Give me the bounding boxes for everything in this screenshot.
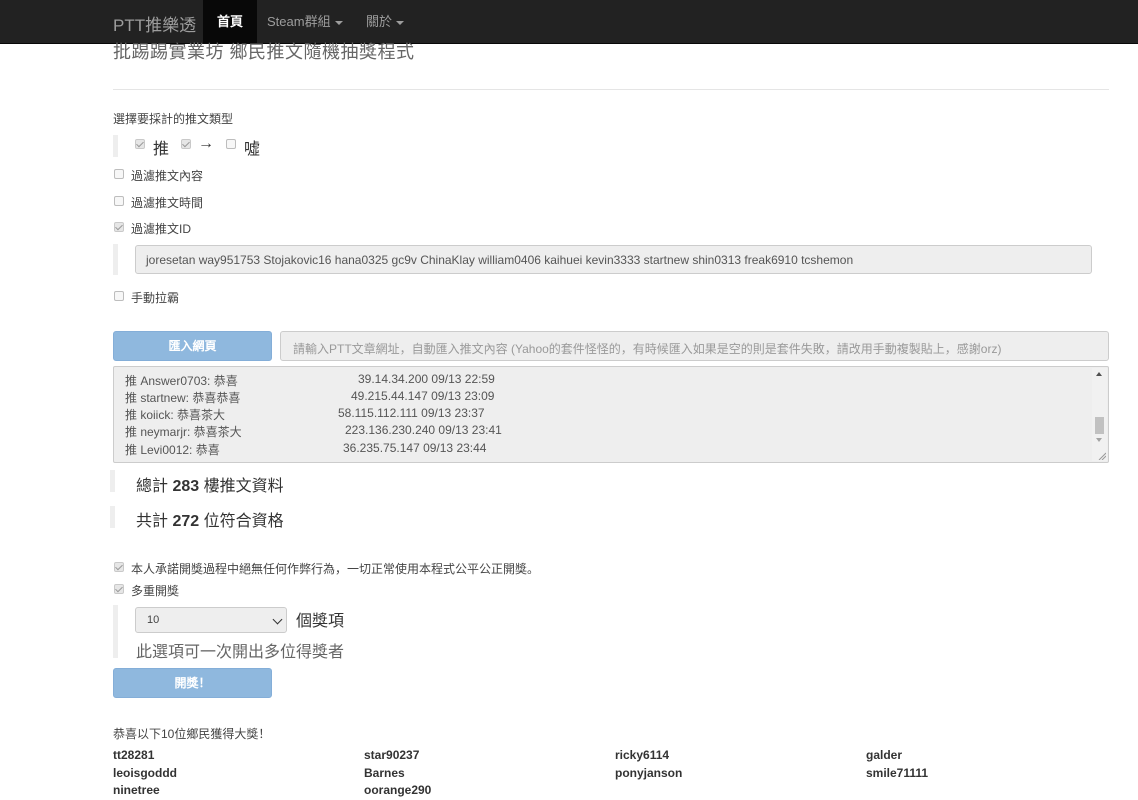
push-meta: 49.215.44.147 09/13 23:09 (351, 389, 495, 403)
id-group-bar (113, 244, 118, 275)
winner-name: star90237 (364, 748, 420, 762)
caret-down-icon (396, 20, 405, 25)
stat-bar (110, 470, 115, 492)
push-text: 推 neymarjr: 恭喜茶大 (125, 425, 242, 439)
draw-button[interactable]: 開獎！ (113, 668, 272, 698)
filter-content-label: 過濾推文內容 (131, 169, 204, 183)
total-stat: 總計 283 樓推文資料 (136, 472, 284, 496)
stat-bar (110, 506, 115, 528)
push-line: 推 koiick: 恭喜茶大 58.115.112.111 09/13 23:37 (125, 406, 485, 423)
prize-count-select[interactable]: 10 (135, 607, 287, 633)
push-content-textarea[interactable]: 推 Answer0703: 恭喜 39.14.34.200 09/13 22:59… (113, 366, 1109, 463)
winner-name: oorange290 (364, 783, 432, 797)
push-text: 推 Answer0703: 恭喜 (125, 374, 238, 388)
push-checkbox[interactable] (135, 139, 145, 149)
prize-count-value: 10 (147, 614, 160, 626)
textarea-scrollbar[interactable] (1092, 368, 1107, 461)
multi-group-bar (113, 605, 118, 658)
push-text: 推 startnew: 恭喜恭喜 (125, 391, 241, 405)
push-meta: 223.136.230.240 09/13 23:41 (345, 423, 502, 437)
push-line: 推 Levi0012: 恭喜 36.235.75.147 09/13 23:44 (125, 441, 486, 458)
winner-name: ponyjanson (615, 766, 683, 780)
ptt-url-input[interactable]: 請輸入PTT文章網址，自動匯入推文內容 (Yahoo的套件怪怪的，有時候匯入如果… (280, 331, 1109, 361)
push-label: 推 (153, 141, 170, 158)
push-meta: 39.14.34.200 09/13 22:59 (358, 372, 495, 386)
caret-down-icon (334, 20, 343, 25)
boo-checkbox[interactable] (226, 139, 236, 149)
filter-id-input[interactable]: joresetan way951753 Stojakovic16 hana032… (135, 245, 1092, 274)
promise-label: 本人承諾開獎過程中絕無任何作弊行為，一切正常使用本程式公平公正開獎。 (131, 562, 540, 576)
type-group-bar (113, 135, 118, 157)
filter-id-checkbox[interactable] (114, 222, 124, 232)
manual-slot-label: 手動拉霸 (131, 291, 180, 305)
push-line: 推 neymarjr: 恭喜茶大 223.136.230.240 09/13 23… (125, 423, 502, 440)
winner-name: galder (866, 748, 903, 762)
scroll-up-icon[interactable] (1096, 372, 1102, 376)
eligible-prefix: 共計 (136, 513, 169, 530)
nav-steam-label: Steam群組 (267, 14, 331, 29)
manual-slot-checkbox[interactable] (114, 291, 124, 301)
prize-count-suffix: 個獎項 (296, 613, 345, 630)
scroll-down-icon[interactable] (1096, 438, 1102, 442)
arrow-label: → (198, 135, 214, 152)
resize-grip-icon[interactable] (1098, 452, 1106, 460)
eligible-count: 272 (172, 513, 200, 530)
arrow-checkbox[interactable] (181, 139, 191, 149)
push-line: 推 startnew: 恭喜恭喜 49.215.44.147 09/13 23:0… (125, 389, 494, 406)
import-page-button[interactable]: 匯入網頁 (113, 331, 272, 361)
push-text: 推 Levi0012: 恭喜 (125, 443, 220, 457)
scroll-thumb[interactable] (1095, 417, 1104, 434)
promise-checkbox[interactable] (114, 562, 124, 572)
winner-name: leoisgoddd (113, 766, 177, 780)
winner-name: tt28281 (113, 748, 155, 762)
winner-name: smile71111 (866, 766, 929, 780)
boo-label: 噓 (244, 141, 261, 158)
nav-about-label: 關於 (366, 14, 393, 29)
filter-time-checkbox[interactable] (114, 196, 124, 206)
push-line: 推 Answer0703: 恭喜 39.14.34.200 09/13 22:59 (125, 372, 495, 389)
filter-id-label: 過濾推文ID (131, 222, 192, 236)
results-heading: 恭喜以下10位鄉民獲得大獎！ (113, 727, 271, 741)
chevron-down-icon (272, 614, 283, 625)
total-suffix: 樓推文資料 (203, 478, 284, 495)
total-prefix: 總計 (136, 478, 169, 495)
winner-name: ninetree (113, 783, 160, 797)
push-meta: 58.115.112.111 09/13 23:37 (338, 406, 485, 420)
winner-name: Barnes (364, 766, 405, 780)
filter-content-checkbox[interactable] (114, 169, 124, 179)
push-text: 推 koiick: 恭喜茶大 (125, 408, 226, 422)
total-count: 283 (172, 478, 200, 495)
multi-hint: 此選項可一次開出多位得獎者 (136, 644, 345, 661)
winner-name: ricky6114 (615, 748, 670, 762)
eligible-stat: 共計 272 位符合資格 (136, 507, 284, 531)
multi-draw-checkbox[interactable] (114, 584, 124, 594)
push-meta: 36.235.75.147 09/13 23:44 (343, 441, 487, 455)
page-subtitle: 批踢踢實業坊 鄉民推文隨機抽獎程式 (113, 42, 415, 62)
brand-logo[interactable]: PTT推樂透 (113, 11, 196, 36)
divider (113, 89, 1109, 90)
eligible-suffix: 位符合資格 (203, 513, 284, 530)
type-heading: 選擇要採計的推文類型 (113, 112, 234, 126)
filter-time-label: 過濾推文時間 (131, 196, 204, 210)
multi-draw-label: 多重開獎 (131, 584, 180, 598)
